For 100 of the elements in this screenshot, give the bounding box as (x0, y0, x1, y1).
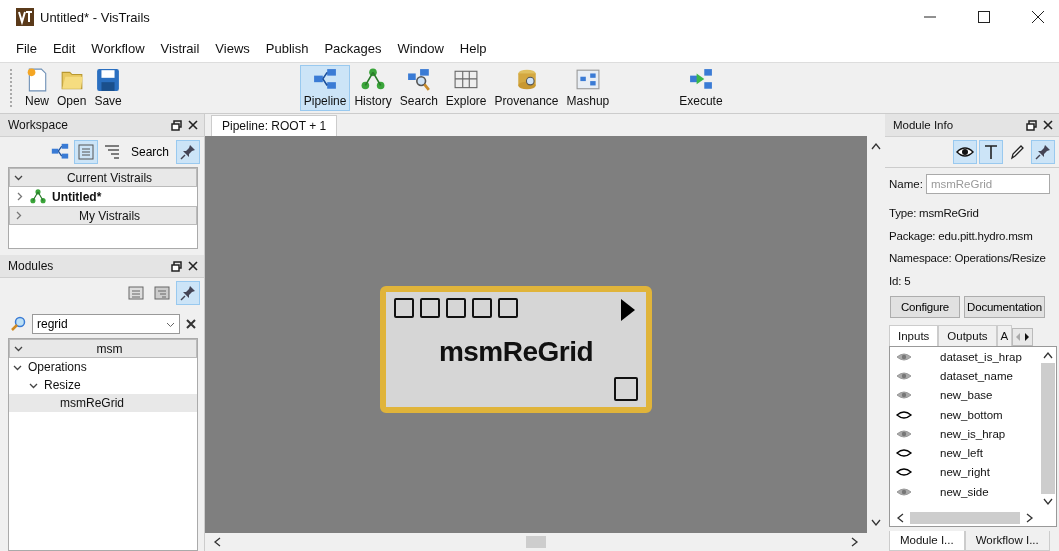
toolbar-button[interactable]: Explore (441, 65, 491, 111)
menu-item[interactable]: Vistrail (152, 37, 208, 59)
toolbar-button[interactable]: Search (395, 65, 442, 111)
output-port[interactable] (614, 377, 638, 401)
app-logo-icon (16, 8, 34, 26)
menu-item[interactable]: Help (451, 37, 495, 59)
toolbar-button[interactable]: Open (53, 65, 91, 111)
toolbar-button[interactable]: History (350, 65, 396, 111)
close-icon[interactable] (1031, 10, 1045, 24)
tree-item[interactable]: Operations (9, 358, 197, 376)
pencil-icon (1008, 143, 1026, 161)
menu-item[interactable]: Packages (316, 37, 390, 59)
name-label: Name: (889, 178, 923, 190)
tab[interactable]: Workflow I... (964, 531, 1050, 551)
port-row[interactable]: new_left (890, 443, 1040, 463)
tree-item[interactable]: Untitled* (9, 187, 197, 206)
scroll-up-icon[interactable] (871, 142, 881, 150)
input-port[interactable] (472, 298, 492, 318)
scroll-up-icon[interactable] (1043, 351, 1053, 359)
flowchart-icon (50, 143, 69, 161)
new-file-icon (25, 68, 49, 92)
tree-item[interactable]: msmReGrid (9, 394, 197, 412)
tab[interactable]: Module I... (889, 531, 965, 551)
port-row[interactable]: new_bottom (890, 404, 1040, 425)
search-icon (406, 68, 431, 92)
eye-icon[interactable] (896, 448, 912, 459)
push-button[interactable]: Documentation (964, 296, 1045, 318)
module-node[interactable]: msmReGrid (380, 286, 652, 413)
port-row[interactable]: new_side (890, 482, 1040, 502)
name-field[interactable]: msmReGrid (925, 174, 1050, 194)
scrollbar-thumb[interactable] (526, 536, 547, 548)
menu-item[interactable]: Views (207, 37, 258, 59)
search-button[interactable]: Search (125, 140, 174, 164)
module-detail: Type: msmReGrid (888, 206, 980, 221)
close-icon[interactable] (188, 120, 198, 130)
pin-button[interactable] (1031, 140, 1055, 164)
play-flowchart-icon (688, 68, 713, 92)
tab-scroll-arrows[interactable] (1012, 328, 1034, 346)
port-row[interactable]: new_base (890, 385, 1040, 405)
toolbar-button[interactable]: New (21, 65, 53, 111)
eye-icon[interactable] (896, 467, 912, 478)
maximize-icon[interactable] (977, 10, 991, 24)
toolbar-button[interactable]: Mashup (562, 65, 614, 111)
scroll-down-icon[interactable] (1043, 498, 1053, 506)
toolbar-button[interactable]: Provenance (490, 65, 563, 111)
panel-title: Module Info (893, 119, 955, 131)
input-port[interactable] (446, 298, 466, 318)
collapse-tree-icon (127, 284, 145, 302)
close-icon[interactable] (188, 261, 198, 271)
tree-item[interactable]: Resize (9, 376, 197, 394)
expand-tree-icon (153, 284, 171, 302)
scroll-right-icon[interactable] (1026, 513, 1034, 523)
search-field[interactable]: regrid (32, 314, 180, 334)
toolbar-button[interactable]: Execute (675, 65, 727, 111)
pin-button[interactable] (176, 281, 200, 305)
float-icon[interactable] (1026, 119, 1037, 131)
scroll-left-icon[interactable] (213, 537, 221, 547)
tree-header[interactable]: My Vistrails (9, 206, 197, 225)
panel-title: Modules (8, 259, 55, 273)
input-port[interactable] (394, 298, 414, 318)
menu-item[interactable]: Edit (44, 37, 84, 59)
menu-item[interactable]: Publish (257, 37, 317, 59)
toolbar-button[interactable]: Pipeline (299, 65, 351, 111)
scroll-right-icon[interactable] (1023, 332, 1032, 342)
input-port[interactable] (498, 298, 518, 318)
text-button[interactable] (979, 140, 1003, 164)
scroll-down-icon[interactable] (871, 519, 881, 527)
pin-icon (179, 143, 197, 161)
close-icon[interactable] (1043, 120, 1053, 130)
scroll-right-icon[interactable] (851, 537, 859, 547)
port-row[interactable]: dataset_name (890, 366, 1040, 386)
eye-icon[interactable] (896, 409, 912, 420)
menu-item[interactable]: Window (389, 37, 452, 59)
tree-icon (361, 68, 386, 92)
port-row[interactable]: new_right (890, 462, 1040, 483)
tab[interactable]: Outputs (938, 325, 997, 346)
filter-icon (102, 143, 121, 161)
output-arrow-icon[interactable] (620, 298, 636, 322)
clear-icon[interactable] (186, 319, 196, 329)
eye-button[interactable] (953, 140, 977, 164)
module-detail: Namespace: Operations/Resize (888, 251, 1047, 266)
push-button[interactable]: Configure (890, 296, 961, 318)
menu-item[interactable]: File (8, 37, 45, 59)
input-port[interactable] (420, 298, 440, 318)
pipeline-tab[interactable]: Pipeline: ROOT + 1 (211, 115, 338, 136)
pin-button[interactable] (176, 140, 200, 164)
port-row[interactable]: new_is_hrap (890, 424, 1040, 444)
tree-header[interactable]: msm (9, 339, 197, 358)
port-row[interactable]: dataset_is_hrap (890, 347, 1040, 367)
float-icon[interactable] (171, 260, 182, 272)
scroll-left-icon[interactable] (896, 513, 904, 523)
menu-item[interactable]: Workflow (83, 37, 153, 59)
flowchart-icon (313, 68, 338, 92)
float-icon[interactable] (171, 119, 182, 131)
panel-title: Workspace (8, 118, 69, 132)
pin-icon (179, 284, 197, 302)
tab[interactable]: Inputs (889, 325, 939, 346)
tree-header[interactable]: Current Vistrails (9, 168, 197, 187)
toolbar-button[interactable]: Save (90, 65, 126, 111)
pin-icon (1034, 143, 1052, 161)
